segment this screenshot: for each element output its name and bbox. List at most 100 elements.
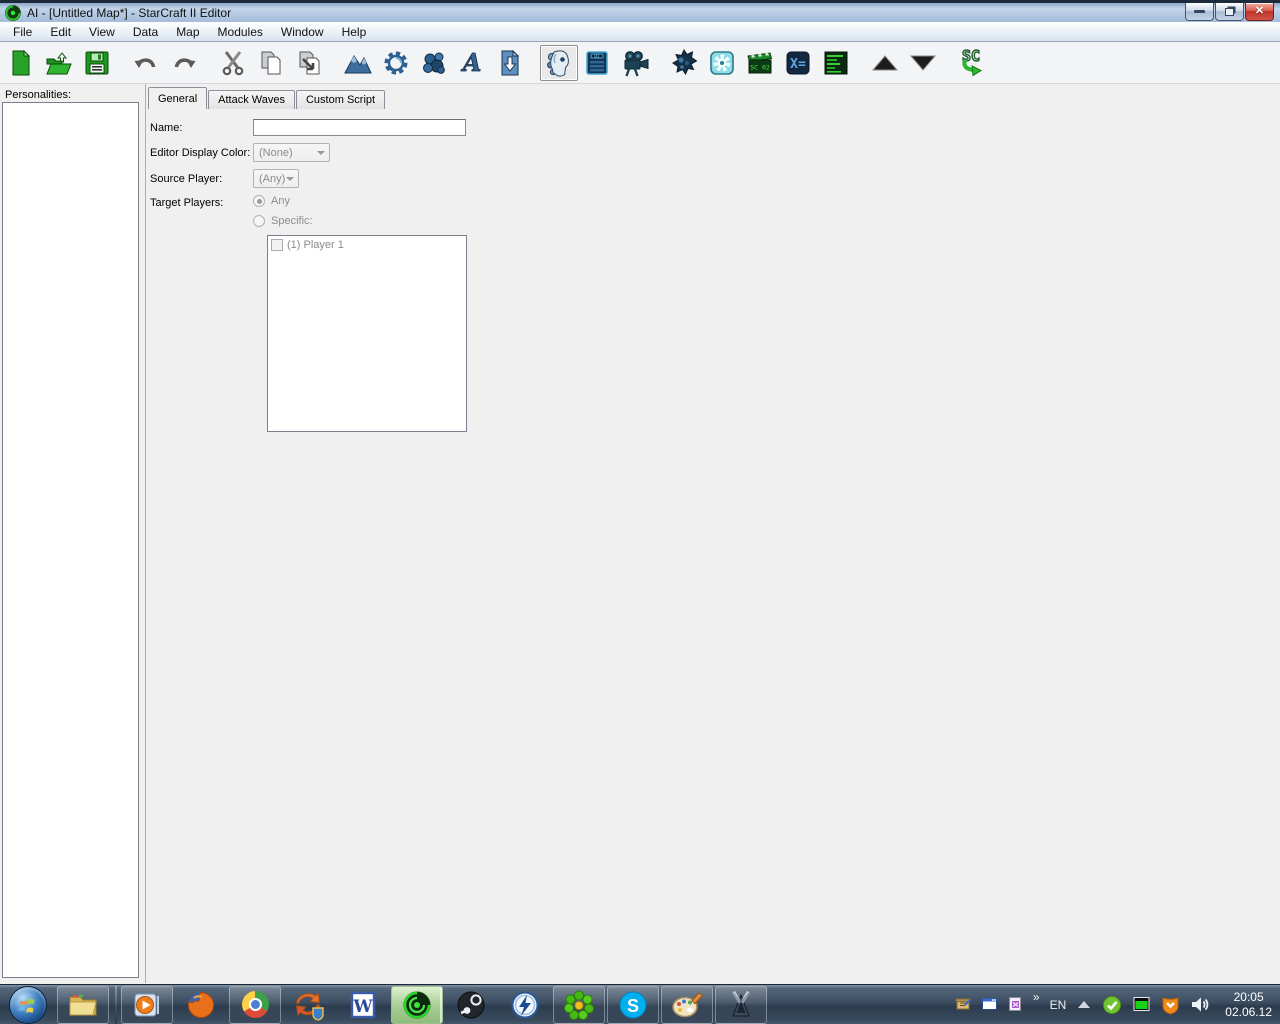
taskbar-item-steam[interactable] — [445, 986, 497, 1024]
svg-text:A: A — [461, 49, 482, 77]
purple-app-icon[interactable] — [1007, 996, 1024, 1013]
clock-time: 20:05 — [1233, 989, 1264, 1004]
taskbar-item-sc2-editor[interactable] — [391, 985, 443, 1024]
svg-text:W: W — [352, 997, 373, 1017]
menu-data[interactable]: Data — [124, 23, 167, 41]
ui-module-button[interactable]: UI — [578, 45, 616, 81]
tab-general[interactable]: General — [148, 87, 208, 109]
player1-checkbox[interactable] — [271, 239, 283, 251]
taskbar-item-word[interactable]: W — [337, 986, 389, 1024]
menu-window[interactable]: Window — [272, 23, 333, 41]
overflow-chevron[interactable]: » — [1033, 990, 1040, 1004]
target-players-label: Target Players: — [150, 197, 224, 209]
sc2-editor-swirl-icon — [403, 991, 431, 1018]
redo-button[interactable] — [165, 45, 203, 81]
move-down-button[interactable] — [904, 45, 942, 81]
source-player-select[interactable]: (Any) — [253, 169, 299, 188]
daemon-tools-icon — [511, 991, 539, 1018]
cutscene-clapper-button[interactable]: SC 02 — [741, 45, 779, 81]
data-module-button[interactable] — [415, 45, 453, 81]
script-module-button[interactable] — [817, 45, 855, 81]
new-document-button[interactable] — [2, 45, 40, 81]
terrain-module-button[interactable] — [339, 45, 377, 81]
security-shield-icon[interactable] — [1161, 995, 1180, 1015]
player1-label: (1) Player 1 — [287, 239, 344, 251]
taskbar-item-explorer[interactable] — [57, 985, 109, 1024]
triggers-module-button[interactable] — [377, 45, 415, 81]
cut-scissors-icon — [222, 50, 244, 75]
up-triangle-icon — [871, 54, 899, 70]
skype-icon: S — [619, 991, 647, 1018]
paste-button[interactable] — [290, 45, 328, 81]
menu-file[interactable]: File — [4, 23, 41, 41]
open-folder-icon — [46, 51, 72, 74]
copy-button[interactable] — [252, 45, 290, 81]
name-input[interactable] — [253, 119, 466, 136]
close-button[interactable]: ✕ — [1245, 3, 1274, 21]
starcraft2-logo-icon — [731, 990, 751, 1016]
taskbar-item-starcraft2[interactable] — [715, 985, 767, 1024]
antivirus-check-icon[interactable] — [1102, 995, 1122, 1015]
taskbar-item-firefox[interactable] — [175, 986, 227, 1024]
screen-share-icon[interactable] — [1132, 995, 1151, 1014]
paint-palette-icon — [672, 991, 703, 1017]
tab-attack-waves[interactable]: Attack Waves — [208, 90, 295, 109]
tab-custom-script[interactable]: Custom Script — [295, 90, 386, 109]
taskbar-item-sync-app[interactable] — [283, 986, 335, 1024]
scroll-icon[interactable] — [955, 996, 972, 1013]
ai-robot-head-icon — [547, 49, 569, 77]
cutscene-module-button[interactable] — [616, 45, 654, 81]
minimize-button[interactable] — [1185, 3, 1214, 21]
text-module-button[interactable]: A — [453, 45, 491, 81]
player-row[interactable]: (1) Player 1 — [271, 239, 463, 251]
clock[interactable]: 20:05 02.06.12 — [1225, 990, 1272, 1020]
text-module-icon: A — [460, 49, 482, 77]
test-document-button[interactable]: SC — [953, 45, 991, 81]
terrain-mountains-icon — [344, 54, 372, 73]
svg-text:SC 02: SC 02 — [750, 63, 770, 71]
menu-view[interactable]: View — [80, 23, 124, 41]
import-module-button[interactable] — [491, 45, 529, 81]
cut-button[interactable] — [214, 45, 252, 81]
overview-manager-button[interactable] — [665, 45, 703, 81]
open-map-button[interactable] — [40, 45, 78, 81]
taskbar-item-chrome[interactable] — [229, 985, 281, 1024]
taskbar-separator — [115, 985, 117, 1024]
language-indicator[interactable]: EN — [1050, 998, 1067, 1012]
save-map-button[interactable] — [78, 45, 116, 81]
test-document-icon: SC — [961, 47, 983, 76]
ai-module-button[interactable] — [540, 44, 578, 81]
move-up-button[interactable] — [866, 45, 904, 81]
taskbar-item-daemon-tools[interactable] — [499, 986, 551, 1024]
taskbar-item-paint[interactable] — [661, 985, 713, 1024]
menu-bar: File Edit View Data Map Modules Window H… — [0, 22, 1280, 42]
word-icon: W — [350, 991, 376, 1018]
taskbar-item-media-player[interactable] — [121, 985, 173, 1024]
galaxy-module-button[interactable] — [703, 45, 741, 81]
menu-modules[interactable]: Modules — [209, 23, 272, 41]
script-terminal-icon — [824, 51, 848, 74]
toolbar: A UI SC 02 X= SC — [0, 42, 1280, 84]
ai-editor-main: General Attack Waves Custom Script Name:… — [146, 84, 1280, 983]
menu-edit[interactable]: Edit — [41, 23, 80, 41]
hidden-icons-arrow[interactable] — [1078, 1001, 1091, 1008]
window-icon[interactable] — [981, 996, 998, 1013]
variables-module-button[interactable]: X= — [779, 45, 817, 81]
start-button[interactable] — [9, 985, 47, 1024]
minimize-icon — [1194, 10, 1205, 13]
svg-text:X=: X= — [790, 57, 806, 72]
chrome-icon — [241, 991, 269, 1018]
menu-map[interactable]: Map — [167, 23, 208, 41]
menu-help[interactable]: Help — [333, 23, 376, 41]
taskbar-item-skype[interactable]: S — [607, 985, 659, 1024]
target-any-radio[interactable] — [253, 195, 265, 207]
target-specific-radio[interactable] — [253, 215, 265, 227]
editor-display-color-select[interactable]: (None) — [253, 143, 330, 162]
undo-button[interactable] — [127, 45, 165, 81]
specific-players-list[interactable]: (1) Player 1 — [267, 235, 467, 432]
movie-camera-icon — [624, 50, 649, 76]
volume-icon[interactable] — [1190, 995, 1211, 1014]
taskbar-item-icq[interactable] — [553, 985, 605, 1024]
personalities-list[interactable] — [2, 102, 139, 978]
restore-button[interactable] — [1215, 3, 1244, 21]
